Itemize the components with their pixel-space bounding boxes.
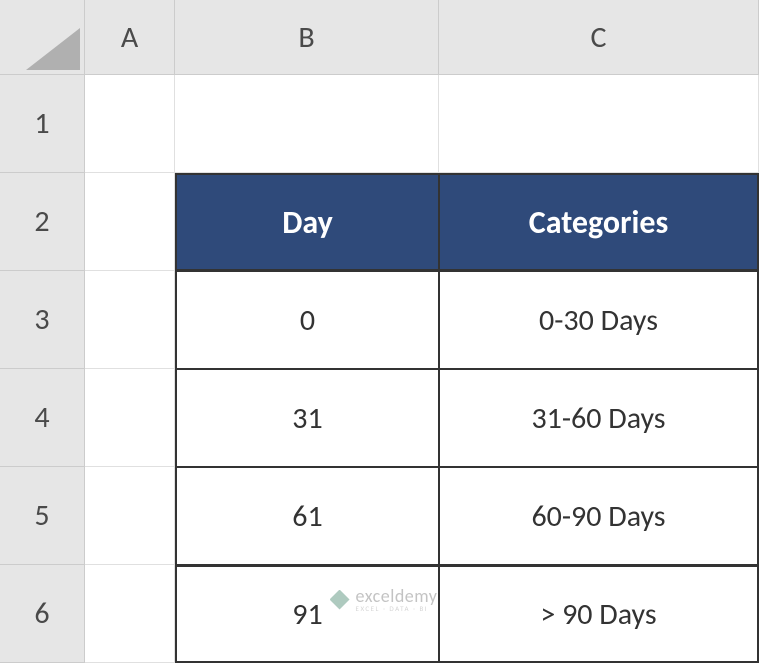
cell-c4[interactable]: 31-60 Days bbox=[439, 369, 759, 467]
cell-c3[interactable]: 0-30 Days bbox=[439, 271, 759, 369]
cell-a2[interactable] bbox=[85, 173, 175, 271]
cell-a4[interactable] bbox=[85, 369, 175, 467]
cell-c1[interactable] bbox=[439, 75, 759, 173]
table-header-day[interactable]: Day bbox=[175, 173, 439, 271]
row-header-3[interactable]: 3 bbox=[0, 271, 85, 369]
row-header-1[interactable]: 1 bbox=[0, 75, 85, 173]
column-header-c[interactable]: C bbox=[439, 0, 759, 75]
cell-b1[interactable] bbox=[175, 75, 439, 173]
watermark-text: exceldemy EXCEL · DATA · BI bbox=[356, 587, 438, 612]
cell-b4[interactable]: 31 bbox=[175, 369, 439, 467]
column-header-b[interactable]: B bbox=[175, 0, 439, 75]
cell-b3[interactable]: 0 bbox=[175, 271, 439, 369]
watermark: exceldemy EXCEL · DATA · BI bbox=[330, 587, 438, 612]
cell-c6[interactable]: > 90 Days bbox=[439, 565, 759, 663]
row-header-6[interactable]: 6 bbox=[0, 565, 85, 663]
cell-b6[interactable]: 91 bbox=[175, 565, 439, 663]
cell-a1[interactable] bbox=[85, 75, 175, 173]
watermark-sub-text: EXCEL · DATA · BI bbox=[356, 605, 438, 612]
cell-b5[interactable]: 61 bbox=[175, 467, 439, 565]
cell-c5[interactable]: 60-90 Days bbox=[439, 467, 759, 565]
watermark-logo-icon bbox=[330, 590, 350, 610]
cell-a5[interactable] bbox=[85, 467, 175, 565]
row-header-4[interactable]: 4 bbox=[0, 369, 85, 467]
row-header-5[interactable]: 5 bbox=[0, 467, 85, 565]
cell-a3[interactable] bbox=[85, 271, 175, 369]
select-all-corner[interactable] bbox=[0, 0, 85, 75]
column-header-a[interactable]: A bbox=[85, 0, 175, 75]
table-header-categories[interactable]: Categories bbox=[439, 173, 759, 271]
select-all-triangle-icon bbox=[26, 28, 80, 70]
row-header-2[interactable]: 2 bbox=[0, 173, 85, 271]
cell-a6[interactable] bbox=[85, 565, 175, 663]
spreadsheet-grid: A B C 1 2 Day Categories 3 0 0-30 Days 4… bbox=[0, 0, 767, 663]
watermark-main-text: exceldemy bbox=[356, 587, 438, 605]
